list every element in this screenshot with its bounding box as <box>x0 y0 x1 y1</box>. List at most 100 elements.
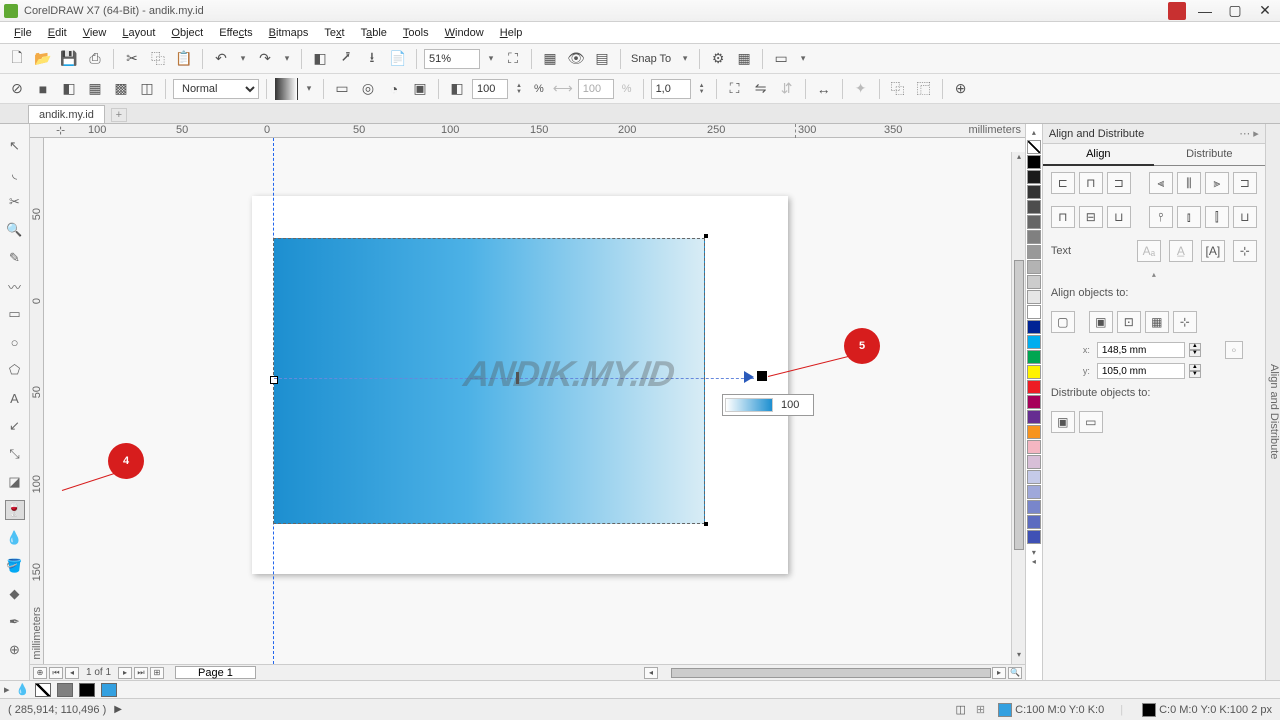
palette-flyout[interactable]: ◂ <box>1032 557 1036 566</box>
palette-arrow-icon[interactable]: ▸ <box>4 683 10 696</box>
shape-tool[interactable]: ◟ <box>5 164 25 184</box>
rectangular-fountain-button[interactable]: ▣ <box>409 78 431 100</box>
show-rulers-button[interactable]: ▦ <box>539 48 561 70</box>
align-to-grid-button[interactable]: ▦ <box>1145 311 1169 333</box>
zoom-dropdown[interactable]: ▾ <box>484 53 498 64</box>
print-button[interactable]: ⎙ <box>84 48 106 70</box>
hscroll-left-button[interactable]: ◂ <box>644 667 658 679</box>
search-content-button[interactable]: ◧ <box>309 48 331 70</box>
next-page-button[interactable]: ▸ <box>118 667 132 679</box>
color-swatch[interactable] <box>1027 365 1041 379</box>
fullscreen-button[interactable]: ⛶ <box>502 48 524 70</box>
color-swatch[interactable] <box>1027 380 1041 394</box>
distribute-center-h-button[interactable]: ⫼ <box>1177 172 1201 194</box>
color-swatch[interactable] <box>1027 185 1041 199</box>
zoom-level-input[interactable] <box>424 49 480 69</box>
menu-bitmaps[interactable]: Bitmaps <box>261 25 317 41</box>
color-swatch[interactable] <box>1027 230 1041 244</box>
app-launch-button[interactable]: ▦ <box>733 48 755 70</box>
prev-page-button[interactable]: ◂ <box>65 667 79 679</box>
align-top-button[interactable]: ⊓ <box>1051 206 1075 228</box>
hscroll-right-button[interactable]: ▸ <box>992 667 1006 679</box>
color-swatch[interactable] <box>1027 260 1041 274</box>
crop-tool[interactable]: ✂ <box>5 192 25 212</box>
color-swatch[interactable] <box>1027 500 1041 514</box>
conical-fountain-button[interactable]: ◔ <box>383 78 405 100</box>
color-swatch[interactable] <box>1027 410 1041 424</box>
freehand-tool[interactable]: ✎ <box>5 248 25 268</box>
transparency-none-button[interactable]: ⊘ <box>6 78 28 100</box>
selection-handle[interactable] <box>704 234 708 238</box>
specify-point-button[interactable]: ∘ <box>1225 341 1243 359</box>
menu-layout[interactable]: Layout <box>114 25 163 41</box>
transparency-arrow-icon[interactable] <box>744 371 754 383</box>
distribute-right-button[interactable]: ⊐ <box>1233 172 1257 194</box>
color-swatch[interactable] <box>1027 455 1041 469</box>
color-swatch[interactable] <box>1027 215 1041 229</box>
distribute-center-v-button[interactable]: ⫾ <box>1177 206 1201 228</box>
doc-swatch[interactable] <box>79 683 95 697</box>
apply-all-button[interactable]: ⿻ <box>887 78 909 100</box>
distribute-spacing-v-button[interactable]: ⫿ <box>1205 206 1229 228</box>
color-swatch[interactable] <box>1027 440 1041 454</box>
merge-mode-select[interactable]: Normal <box>173 79 259 99</box>
color-eyedropper-tool[interactable]: 💧 <box>5 528 25 548</box>
play-icon[interactable]: ▶ <box>114 704 122 715</box>
add-page-after-button[interactable]: ⊞ <box>150 667 164 679</box>
pick-tool[interactable]: ↖ <box>5 136 25 156</box>
last-page-button[interactable]: ⏭ <box>134 667 148 679</box>
mirror-v-button[interactable]: ⇵ <box>776 78 798 100</box>
artistic-media-tool[interactable]: 〰 <box>5 276 25 296</box>
drop-shadow-tool[interactable]: ◪ <box>5 472 25 492</box>
color-swatch[interactable] <box>1027 245 1041 259</box>
color-swatch[interactable] <box>1027 485 1041 499</box>
distribute-top-button[interactable]: ⫯ <box>1149 206 1173 228</box>
color-swatch[interactable] <box>1027 470 1041 484</box>
docker-menu-icon[interactable]: ⋯ ▸ <box>1239 127 1259 140</box>
snap-to-dropdown[interactable]: ▾ <box>678 53 692 64</box>
color-swatch[interactable] <box>1027 395 1041 409</box>
transparency-end-node[interactable] <box>756 370 768 382</box>
launcher-dropdown[interactable]: ▾ <box>796 53 810 64</box>
rectangle-tool[interactable]: ▭ <box>5 304 25 324</box>
menu-table[interactable]: Table <box>353 25 395 41</box>
distribute-to-selected-button[interactable]: ▣ <box>1051 411 1075 433</box>
node-opacity-input[interactable] <box>472 79 508 99</box>
ellipse-tool[interactable]: ○ <box>5 332 25 352</box>
node-position-input[interactable] <box>578 79 614 99</box>
distribute-bottom-button[interactable]: ⊔ <box>1233 206 1257 228</box>
user-avatar-icon[interactable] <box>1168 2 1186 20</box>
distribute-to-page-button[interactable]: ▭ <box>1079 411 1103 433</box>
vertical-ruler[interactable]: 50 0 50 100 150 millimeters <box>30 138 44 664</box>
show-grid-button[interactable]: 👁 <box>565 48 587 70</box>
add-tool-button[interactable]: ⊕ <box>5 640 25 660</box>
interactive-fill-tool[interactable]: 🪣 <box>5 556 25 576</box>
transparency-fountain-button[interactable]: ◧ <box>58 78 80 100</box>
menu-view[interactable]: View <box>75 25 115 41</box>
new-tab-button[interactable]: + <box>111 108 127 122</box>
no-fill-swatch[interactable] <box>35 683 51 697</box>
distribute-left-button[interactable]: ⫷ <box>1149 172 1173 194</box>
color-swatch[interactable] <box>1027 155 1041 169</box>
undo-dropdown[interactable]: ▾ <box>236 53 250 64</box>
transparency-tool[interactable]: 🍷 <box>5 500 25 520</box>
align-center-v-button[interactable]: ⊟ <box>1079 206 1103 228</box>
menu-tools[interactable]: Tools <box>395 25 437 41</box>
new-doc-button[interactable]: 🗋 <box>6 48 28 70</box>
copy-button[interactable]: ⿻ <box>147 48 169 70</box>
align-to-page-edge-button[interactable]: ▣ <box>1089 311 1113 333</box>
text-baseline-button[interactable]: Aₐ <box>1137 240 1161 262</box>
menu-file[interactable]: File <box>6 25 40 41</box>
zoom-navigator-button[interactable]: 🔍 <box>1008 667 1022 679</box>
align-center-h-button[interactable]: ⊓ <box>1079 172 1103 194</box>
palette-scroll-down[interactable]: ▾ <box>1032 548 1036 557</box>
redo-dropdown[interactable]: ▾ <box>280 53 294 64</box>
transparency-bitmap-button[interactable]: ▩ <box>110 78 132 100</box>
outline-color-chip[interactable] <box>1142 703 1156 717</box>
page-tab[interactable]: Page 1 <box>175 666 256 679</box>
smooth-button[interactable]: ✦ <box>850 78 872 100</box>
distribute-tab[interactable]: Distribute <box>1154 144 1265 166</box>
acceleration-input[interactable] <box>651 79 691 99</box>
color-swatch[interactable] <box>1027 530 1041 544</box>
color-swatch[interactable] <box>1027 335 1041 349</box>
